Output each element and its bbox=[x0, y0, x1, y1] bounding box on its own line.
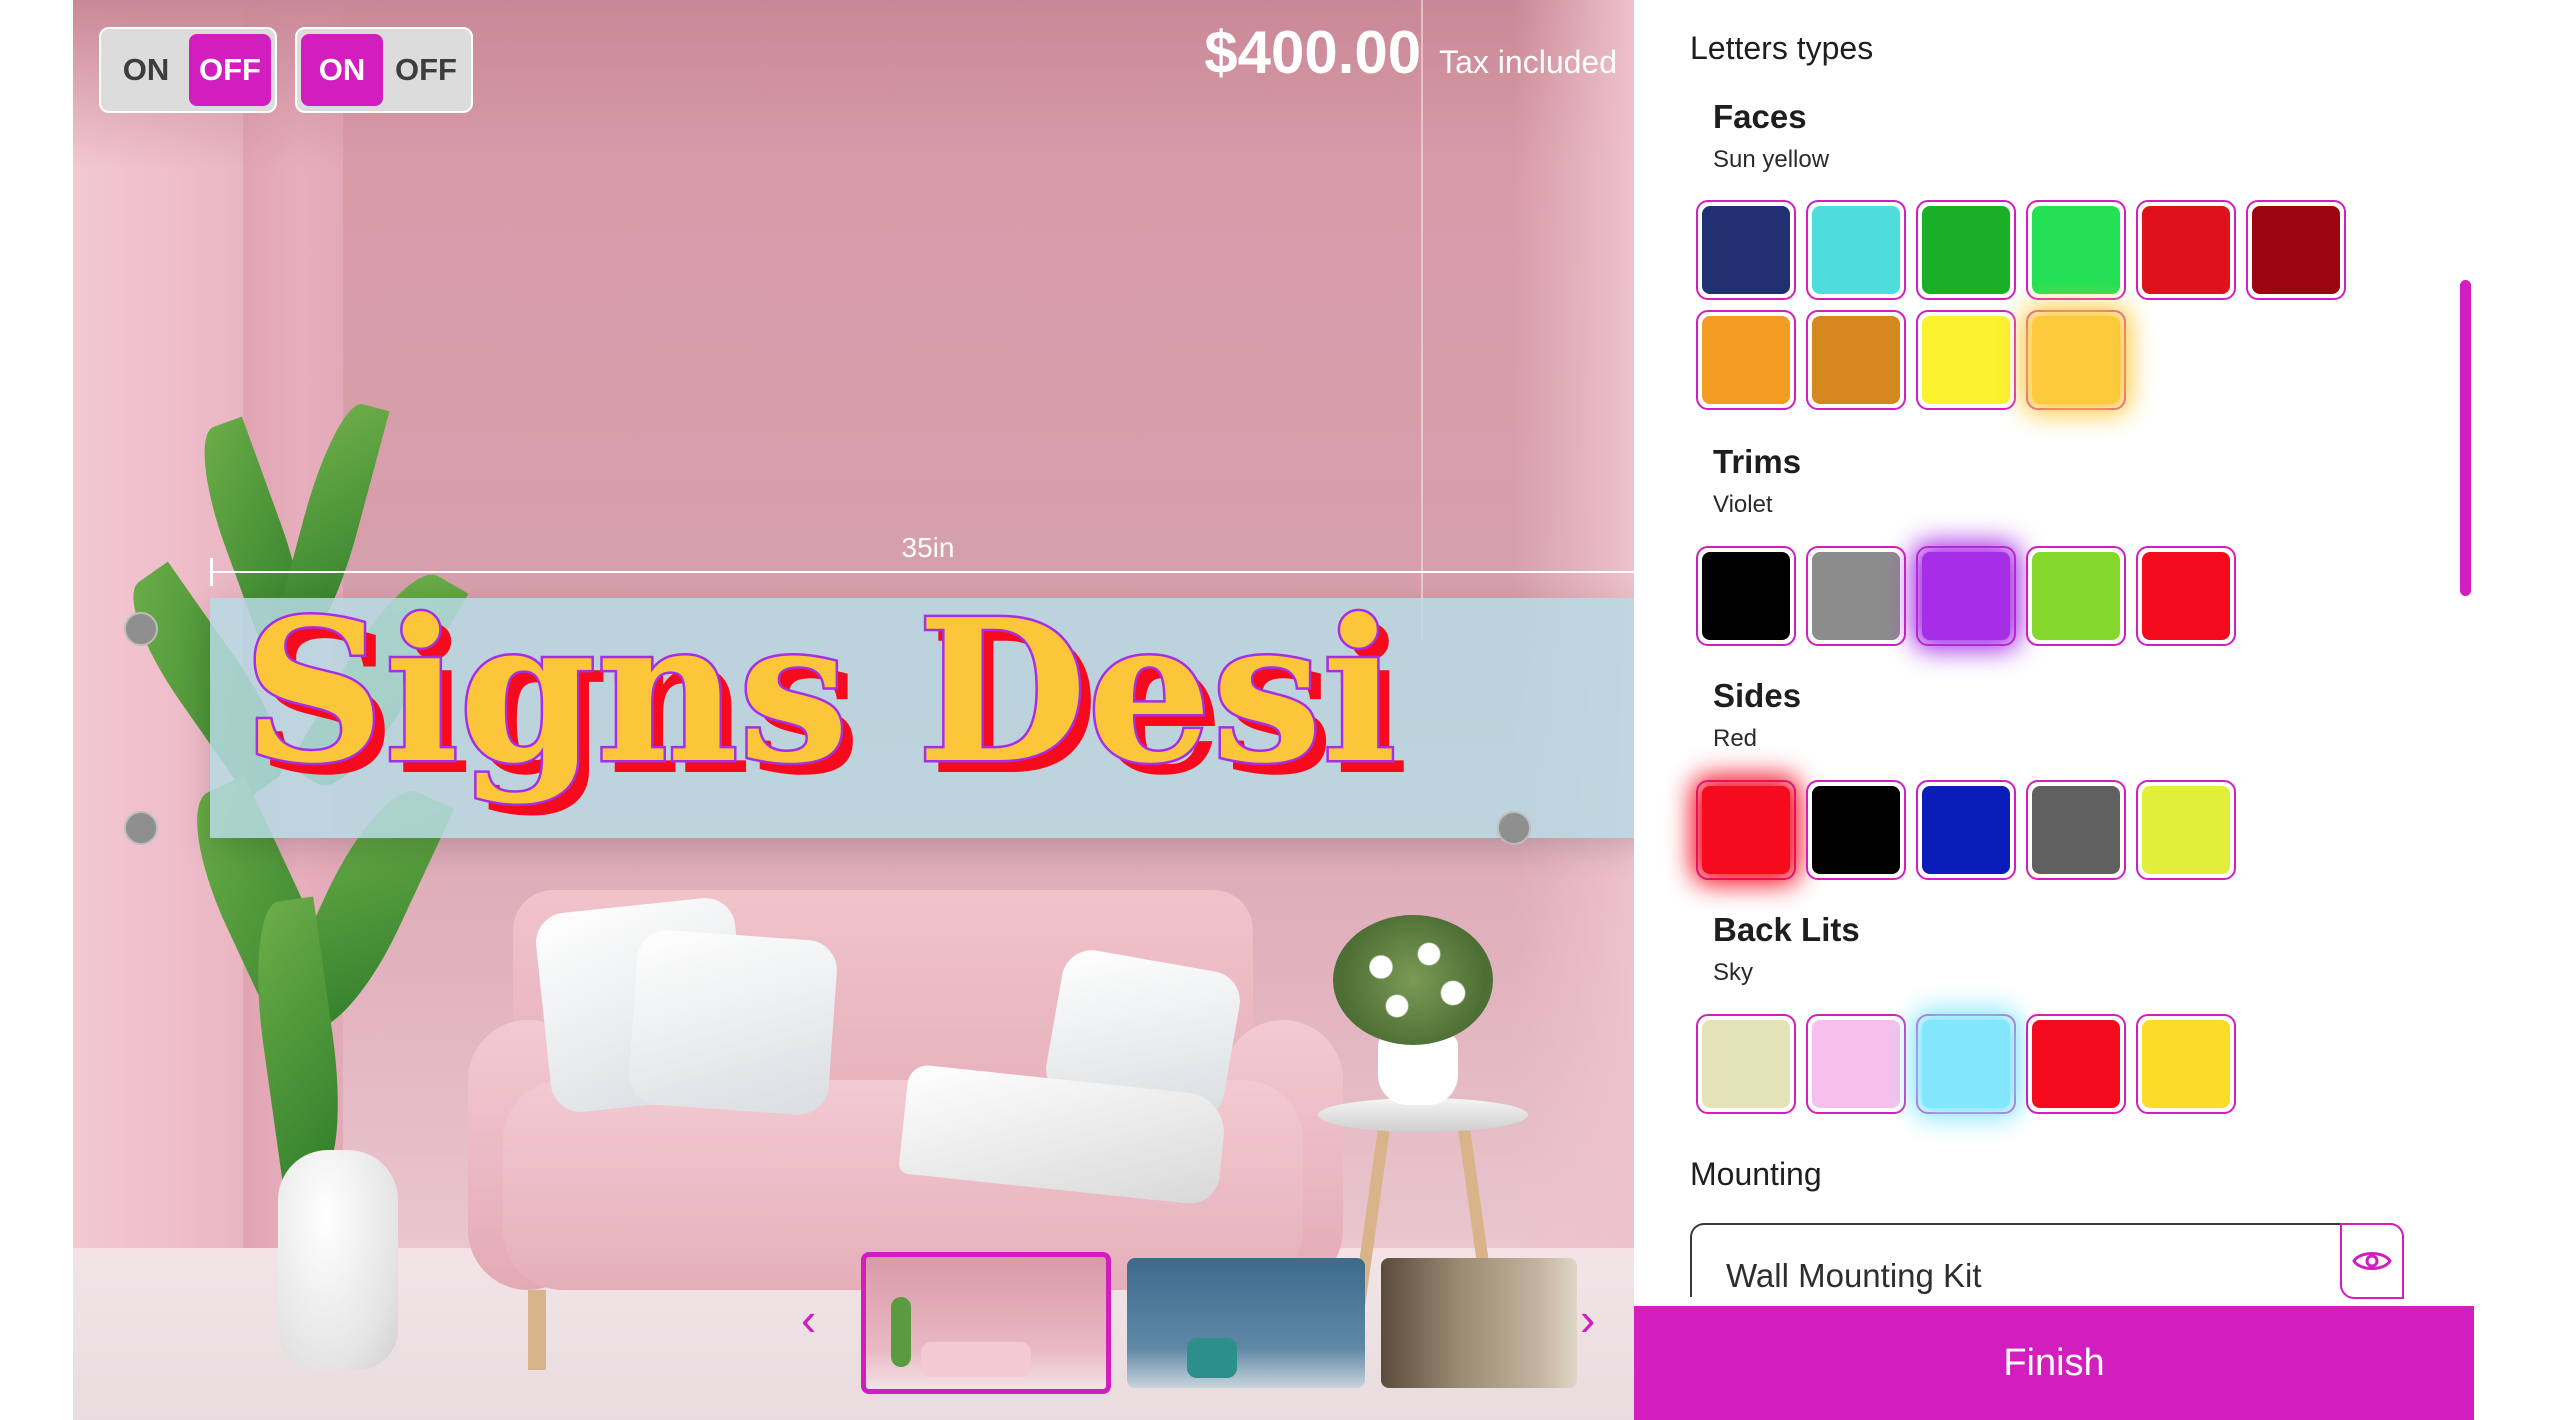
toggle-1-on-option[interactable]: ON bbox=[105, 34, 187, 106]
trims-swatch-grid bbox=[1696, 546, 2396, 646]
faces-title: Faces bbox=[1713, 98, 1807, 135]
swatch-color-fill bbox=[1812, 552, 1900, 640]
faces-swatch[interactable] bbox=[2246, 200, 2346, 300]
back-lits-swatch[interactable] bbox=[2026, 1014, 2126, 1114]
back-lits-swatch[interactable] bbox=[1696, 1014, 1796, 1114]
room-cord bbox=[1421, 0, 1423, 640]
swatch-color-fill bbox=[2032, 206, 2120, 294]
swatch-color-fill bbox=[2142, 552, 2230, 640]
sides-swatch[interactable] bbox=[1696, 780, 1796, 880]
faces-swatch[interactable] bbox=[1806, 200, 1906, 300]
swatch-color-fill bbox=[1922, 1020, 2010, 1108]
faces-swatch[interactable] bbox=[1916, 310, 2016, 410]
tax-note: Tax included bbox=[1439, 44, 1617, 80]
swatch-color-fill bbox=[1702, 786, 1790, 874]
toggle-1-off-option[interactable]: OFF bbox=[189, 34, 271, 106]
back-lits-swatch[interactable] bbox=[1806, 1014, 1906, 1114]
swatch-color-fill bbox=[2032, 552, 2120, 640]
trims-swatch[interactable] bbox=[1806, 546, 1906, 646]
resize-handle-bottom-left[interactable] bbox=[124, 811, 158, 845]
trims-title: Trims bbox=[1713, 443, 1802, 480]
faces-swatch[interactable] bbox=[1806, 310, 1906, 410]
thumbnail-blue-room[interactable] bbox=[1127, 1258, 1365, 1388]
eye-icon bbox=[2352, 1252, 2392, 1270]
swatch-color-fill bbox=[1812, 206, 1900, 294]
trims-swatch[interactable] bbox=[1916, 546, 2016, 646]
faces-swatch[interactable] bbox=[1696, 310, 1796, 410]
panel-scrollbar[interactable] bbox=[2460, 280, 2471, 596]
thumbnail-pink-room[interactable] bbox=[861, 1252, 1111, 1394]
thumbnail-prev-arrow[interactable]: ‹ bbox=[801, 1292, 816, 1346]
thumbnail-wood-room[interactable] bbox=[1381, 1258, 1577, 1388]
sign-letters-face: Signs Desi bbox=[243, 577, 1397, 807]
swatch-color-fill bbox=[1702, 206, 1790, 294]
mounting-select-value: Wall Mounting Kit bbox=[1726, 1257, 1982, 1294]
faces-swatch[interactable] bbox=[2136, 200, 2236, 300]
sign-preview-canvas: 35in Signs Desi Signs Desi ON OFF ON OFF… bbox=[73, 0, 1634, 1420]
back-lits-selected-color: Sky bbox=[1713, 959, 1754, 986]
thumbnail-next-arrow[interactable]: › bbox=[1580, 1292, 1595, 1346]
swatch-color-fill bbox=[1702, 1020, 1790, 1108]
faces-swatch[interactable] bbox=[2026, 200, 2126, 300]
swatch-color-fill bbox=[2252, 206, 2340, 294]
swatch-color-fill bbox=[1922, 206, 2010, 294]
finish-button[interactable]: Finish bbox=[1634, 1306, 2474, 1420]
faces-swatch[interactable] bbox=[1916, 200, 2016, 300]
faces-selected-color: Sun yellow bbox=[1713, 146, 1830, 173]
mounting-heading: Mounting bbox=[1690, 1156, 1822, 1192]
sides-swatch[interactable] bbox=[2136, 780, 2236, 880]
trims-swatch[interactable] bbox=[2026, 546, 2126, 646]
swatch-color-fill bbox=[2142, 1020, 2230, 1108]
sides-swatch[interactable] bbox=[1916, 780, 2016, 880]
sides-title: Sides bbox=[1713, 677, 1802, 714]
toggle-2-on-option[interactable]: ON bbox=[301, 34, 383, 106]
swatch-color-fill bbox=[1922, 316, 2010, 404]
swatch-color-fill bbox=[1702, 316, 1790, 404]
swatch-color-fill bbox=[1812, 786, 1900, 874]
trims-selected-color: Violet bbox=[1713, 491, 1773, 518]
background-thumbnails bbox=[861, 1252, 1577, 1394]
faces-swatch[interactable] bbox=[1696, 200, 1796, 300]
swatch-color-fill bbox=[2032, 1020, 2120, 1108]
swatch-color-fill bbox=[1922, 786, 2010, 874]
back-lits-swatch-grid bbox=[1696, 1014, 2396, 1114]
faces-swatch-grid bbox=[1696, 200, 2396, 410]
mounting-select[interactable]: Wall Mounting Kit bbox=[1690, 1223, 2404, 1299]
sides-selected-color: Red bbox=[1713, 725, 1758, 752]
price-display: $400.00 Tax included bbox=[1204, 18, 1617, 87]
resize-handle-top-left[interactable] bbox=[124, 612, 158, 646]
resize-handle-bottom-right[interactable] bbox=[1497, 811, 1531, 845]
light-toggle-1[interactable]: ON OFF bbox=[99, 27, 277, 113]
plant-pot bbox=[278, 1150, 398, 1370]
sign-text-preview[interactable]: Signs Desi Signs Desi bbox=[243, 560, 1634, 860]
swatch-color-fill bbox=[2142, 206, 2230, 294]
sides-swatch[interactable] bbox=[2026, 780, 2126, 880]
swatch-color-fill bbox=[1812, 1020, 1900, 1108]
light-toggle-2[interactable]: ON OFF bbox=[295, 27, 473, 113]
sides-swatch-grid bbox=[1696, 780, 2396, 880]
trims-swatch[interactable] bbox=[1696, 546, 1796, 646]
faces-swatch[interactable] bbox=[2026, 310, 2126, 410]
swatch-color-fill bbox=[1922, 552, 2010, 640]
back-lits-title: Back Lits bbox=[1713, 911, 1860, 948]
swatch-color-fill bbox=[2032, 316, 2120, 404]
customization-panel: Letters types Faces Sun yellow Trims Vio… bbox=[1634, 0, 2552, 1420]
swatch-color-fill bbox=[1812, 316, 1900, 404]
swatch-color-fill bbox=[2142, 786, 2230, 874]
mounting-preview-button[interactable] bbox=[2340, 1223, 2404, 1299]
back-lits-swatch[interactable] bbox=[1916, 1014, 2016, 1114]
sides-swatch[interactable] bbox=[1806, 780, 1906, 880]
toggle-2-off-option[interactable]: OFF bbox=[385, 34, 467, 106]
swatch-color-fill bbox=[2032, 786, 2120, 874]
letters-types-heading: Letters types bbox=[1690, 30, 1874, 66]
back-lits-swatch[interactable] bbox=[2136, 1014, 2236, 1114]
price-amount: $400.00 bbox=[1204, 19, 1422, 86]
trims-swatch[interactable] bbox=[2136, 546, 2236, 646]
swatch-color-fill bbox=[1702, 552, 1790, 640]
